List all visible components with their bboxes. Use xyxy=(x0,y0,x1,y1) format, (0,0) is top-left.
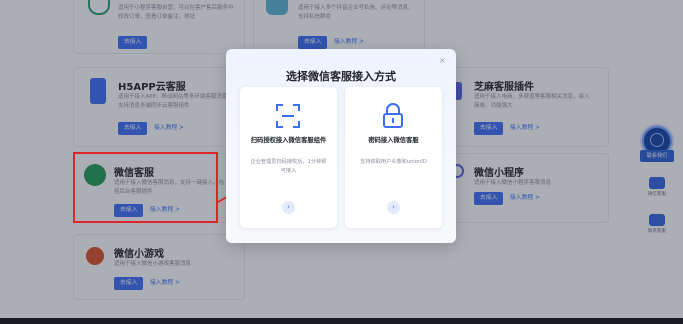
option-desc: 支持获取用户头像和unionID xyxy=(360,159,427,165)
access-method-dialog: 选择微信客服接入方式 × 扫码授权接入微信客服组件 企业管理员扫码授权后，1分钟… xyxy=(226,49,456,243)
lock-icon xyxy=(383,103,403,128)
option-qr-auth[interactable]: 扫码授权接入微信客服组件 企业管理员扫码授权后，1分钟即可接入 › xyxy=(240,87,337,228)
highlight-box xyxy=(73,152,218,223)
option-title: 密码接入微信客服 xyxy=(368,137,419,144)
dialog-title: 选择微信客服接入方式 xyxy=(286,70,396,83)
screen-bottom-edge xyxy=(0,318,683,324)
chevron-right-icon[interactable]: › xyxy=(387,201,400,214)
option-desc: 企业管理员扫码授权后，1分钟即可接入 xyxy=(250,159,327,174)
close-icon[interactable]: × xyxy=(439,56,446,65)
option-title: 扫码授权接入微信客服组件 xyxy=(250,137,327,144)
scan-icon xyxy=(276,104,300,128)
option-password[interactable]: 密码接入微信客服 支持获取用户头像和unionID › xyxy=(345,87,442,228)
chevron-right-icon[interactable]: › xyxy=(282,201,295,214)
